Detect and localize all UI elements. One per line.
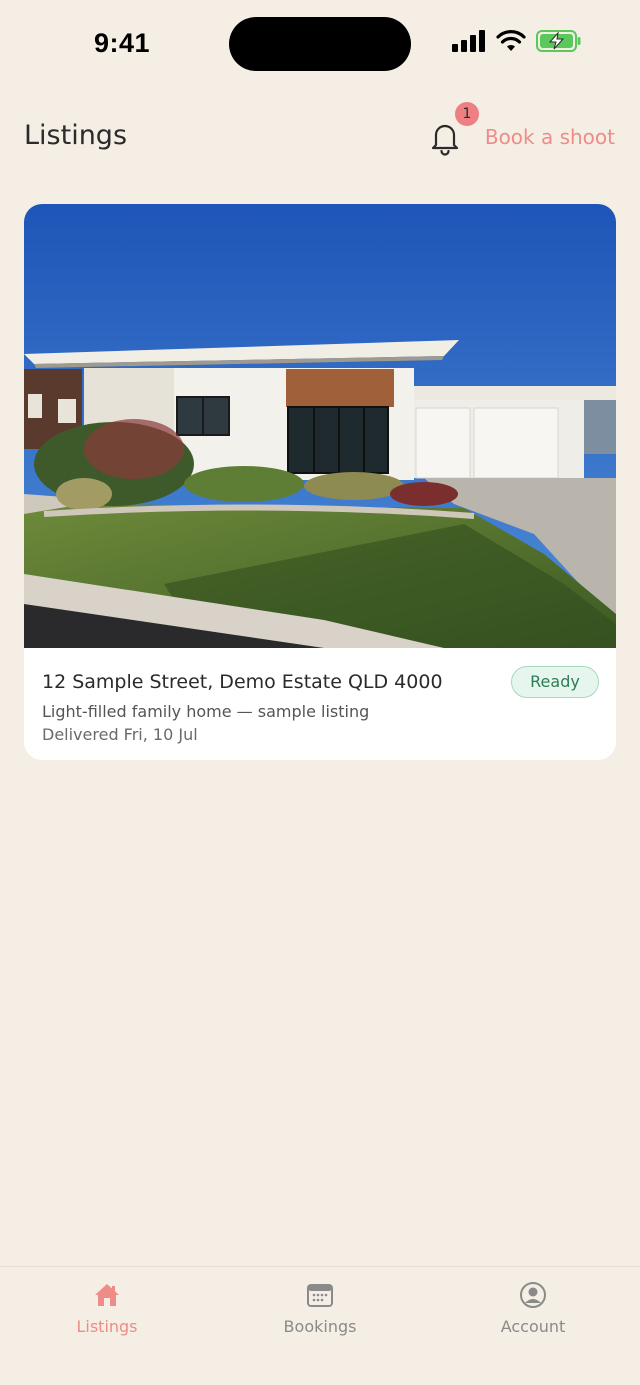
tab-bar: Listings Bookings Account [0,1266,640,1385]
listing-delivered-date: Delivered Fri, 10 Jul [42,725,198,744]
listing-photo [24,204,616,648]
tab-bookings[interactable]: Bookings [240,1281,400,1341]
notifications-button[interactable] [428,120,462,156]
bell-icon [431,124,459,156]
tab-listings-label: Listings [76,1317,138,1336]
page-title: Listings [24,120,128,151]
notification-badge: 1 [455,102,479,126]
tab-listings[interactable]: Listings [27,1281,187,1341]
listing-address: 12 Sample Street, Demo Estate QLD 4000 [42,671,443,693]
home-icon [95,1284,119,1306]
battery-charging-icon [536,30,581,52]
tab-account[interactable]: Account [453,1281,613,1341]
tab-bookings-label: Bookings [283,1317,357,1336]
cellular-signal-icon [452,30,485,52]
wifi-icon [496,30,526,51]
listing-description: Light-filled family home — sample listin… [42,702,370,721]
listing-card[interactable]: 12 Sample Street, Demo Estate QLD 4000 L… [24,204,616,760]
calendar-icon [307,1284,333,1307]
account-icon [520,1282,546,1308]
dynamic-island [229,17,411,71]
status-time: 9:41 [94,28,151,58]
book-a-shoot-link[interactable]: Book a shoot [485,125,615,149]
status-icons [452,30,582,52]
status-badge: Ready [511,666,599,698]
status-bar: 9:41 [0,0,640,90]
tab-account-label: Account [500,1317,566,1336]
